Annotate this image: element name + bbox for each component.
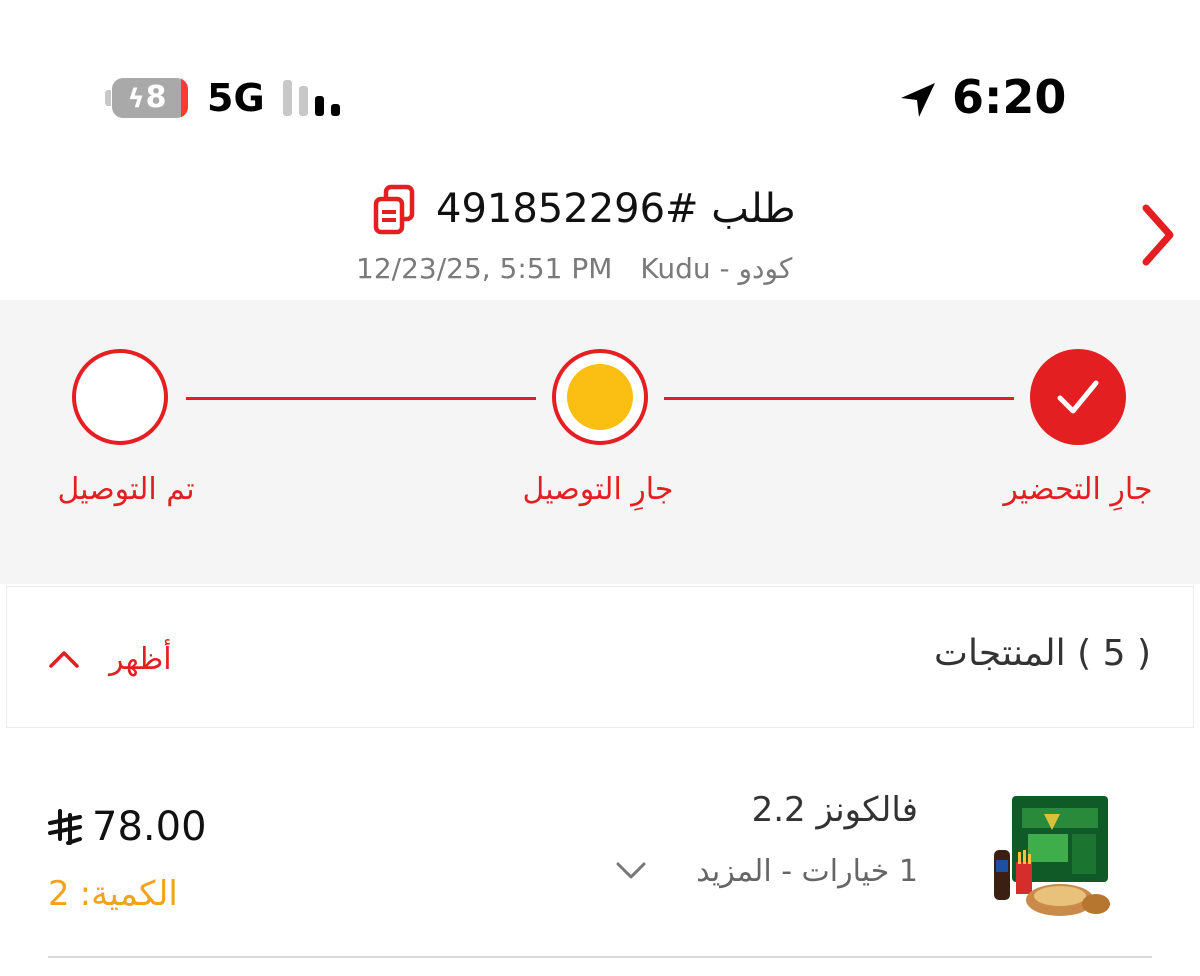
- status-bar: ϟ8 5G 6:20: [0, 0, 1200, 160]
- quantity-value: 2: [48, 874, 70, 914]
- price-value: 78.00: [92, 804, 207, 850]
- show-products-label: أظهر: [109, 641, 172, 677]
- step-label-preparing: جارِ التحضير: [1003, 472, 1153, 507]
- step-label-delivered: تم التوصيل: [57, 472, 195, 507]
- products-title: ( 5 ) المنتجات: [934, 633, 1151, 674]
- signal-strength-icon: [283, 80, 345, 116]
- show-products-button[interactable]: أظهر: [47, 639, 172, 679]
- products-panel: ( 5 ) المنتجات أظهر: [6, 586, 1194, 728]
- signal-bar: [299, 86, 308, 116]
- signal-bar: [331, 104, 340, 116]
- chevron-up-icon: [49, 651, 79, 668]
- step-label-delivering: جارِ التوصيل: [522, 472, 674, 507]
- divider: [48, 956, 1152, 958]
- charging-bolt-icon: ϟ: [127, 84, 145, 114]
- chevron-down-icon[interactable]: [614, 860, 648, 882]
- checkmark-icon: [1057, 380, 1099, 414]
- battery-level: ϟ8: [127, 80, 167, 115]
- store-name: كودو - Kudu: [640, 252, 793, 285]
- quantity-label: :الكمية: [79, 874, 178, 914]
- riyal-currency-icon: [48, 809, 82, 845]
- order-title: طلب #491852296: [436, 186, 796, 232]
- status-time: 6:20: [952, 70, 1067, 124]
- order-datetime: 12/23/25, 5:51 PM: [356, 252, 613, 285]
- step-delivered-indicator: [72, 349, 168, 445]
- product-quantity: 2:الكمية: [48, 874, 178, 914]
- step-preparing-indicator: [1030, 349, 1126, 445]
- product-price: 78.00: [48, 804, 207, 850]
- progress-connector: [664, 397, 1014, 400]
- signal-bar: [315, 96, 324, 116]
- progress-connector: [186, 397, 536, 400]
- product-options-more[interactable]: 1 خيارات - المزيد: [696, 854, 918, 889]
- copy-icon[interactable]: [372, 184, 418, 236]
- battery-cap: [105, 90, 111, 106]
- order-meta: 12/23/25, 5:51 PM كودو - Kudu: [356, 252, 792, 285]
- chevron-right-icon[interactable]: [1138, 200, 1178, 270]
- list-item: فالكونز 2.2 1 خيارات - المزيد 78.00 2:ال…: [0, 740, 1200, 976]
- location-arrow-icon: [901, 83, 935, 117]
- order-header: طلب #491852296 12/23/25, 5:51 PM كودو - K…: [0, 160, 1200, 300]
- step-delivering-indicator: [552, 349, 648, 445]
- network-type: 5G: [207, 76, 265, 120]
- order-progress-tracker: جارِ التحضير جارِ التوصيل تم التوصيل: [0, 300, 1200, 584]
- product-image: [994, 796, 1110, 916]
- product-name: فالكونز 2.2: [751, 790, 918, 830]
- signal-bar: [283, 80, 292, 116]
